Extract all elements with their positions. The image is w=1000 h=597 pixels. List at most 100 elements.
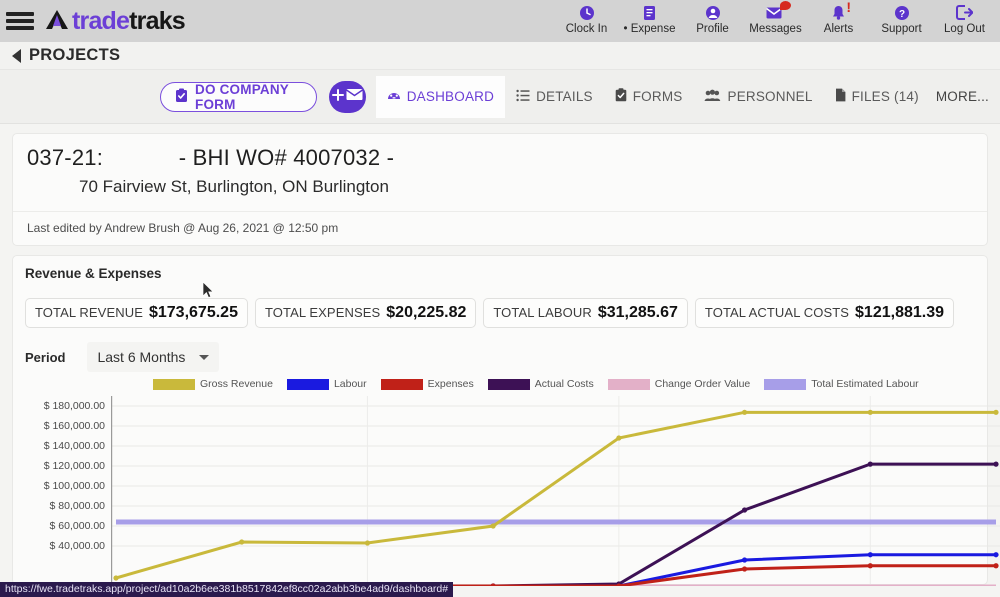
chevron-down-icon bbox=[199, 354, 210, 360]
y-axis-tick-label: $ 140,000.00 bbox=[43, 440, 105, 452]
nav-alerts[interactable]: ! Alerts bbox=[807, 0, 870, 36]
page-title: 037-21: - BHI WO# 4007032 - bbox=[27, 145, 395, 170]
legend-label: Expenses bbox=[427, 378, 474, 390]
legend-label: Change Order Value bbox=[654, 378, 751, 390]
logo-text-dark: traks bbox=[129, 6, 186, 35]
chart-data-point[interactable] bbox=[741, 409, 748, 415]
breadcrumb[interactable]: PROJECTS bbox=[0, 42, 1000, 70]
nav-profile[interactable]: Profile bbox=[681, 0, 744, 36]
period-row: Period Last 6 Months bbox=[25, 342, 975, 372]
y-axis-tick-label: $ 180,000.00 bbox=[43, 400, 105, 412]
app-logo[interactable]: tradetraks bbox=[44, 6, 186, 36]
tab-personnel[interactable]: PERSONNEL bbox=[693, 76, 823, 118]
chart-plot: $ 180,000.00 $ 160,000.00 $ 140,000.00 $ 12… bbox=[25, 396, 1000, 589]
totals-row: TOTAL REVENUE $173,675.25 TOTAL EXPENSES… bbox=[25, 298, 975, 328]
revenue-chart: Gross Revenue Labour Expenses Actual Costs C… bbox=[25, 378, 1000, 593]
chart-legend: Gross Revenue Labour Expenses Actual Costs C… bbox=[153, 378, 926, 390]
chart-data-point[interactable] bbox=[490, 523, 496, 529]
do-company-form-label: DO COMPANY FORM bbox=[195, 81, 289, 112]
tab-list: DASHBOARD DETAILS FORMS PERSONNEL FILES … bbox=[375, 75, 1000, 118]
nav-log-out-label: Log Out bbox=[944, 23, 985, 35]
chart-data-point[interactable] bbox=[741, 566, 748, 572]
project-address: 70 Fairview St, Burlington, ON Burlingto… bbox=[79, 177, 389, 196]
tab-files[interactable]: FILES (14) bbox=[824, 76, 930, 118]
legend-swatch bbox=[487, 378, 530, 390]
project-header-card: 037-21: - BHI WO# 4007032 - 70 Fairview … bbox=[12, 133, 988, 246]
total-labour-label: TOTAL LABOUR bbox=[493, 305, 592, 320]
legend-label: Gross Revenue bbox=[200, 378, 273, 390]
chart-data-point[interactable] bbox=[364, 540, 371, 546]
messages-badge bbox=[780, 1, 791, 10]
chart-data-point[interactable] bbox=[616, 435, 622, 441]
top-bar: tradetraks Clock In • Expense Profile Me… bbox=[0, 0, 1000, 42]
chart-data-point[interactable] bbox=[741, 557, 748, 563]
hamburger-menu-icon[interactable] bbox=[6, 10, 34, 32]
chart-data-point[interactable] bbox=[993, 563, 999, 569]
total-expenses-value: $20,225.82 bbox=[386, 304, 467, 321]
total-revenue-value: $173,675.25 bbox=[148, 304, 238, 321]
chart-data-point[interactable] bbox=[239, 539, 245, 545]
y-axis-tick-label: $ 160,000.00 bbox=[43, 420, 105, 432]
legend-item[interactable]: Labour bbox=[286, 378, 367, 390]
legend-item[interactable]: Total Estimated Labour bbox=[764, 378, 919, 390]
chart-data-point[interactable] bbox=[867, 461, 873, 467]
nav-messages[interactable]: Messages bbox=[744, 0, 807, 36]
y-axis-tick-label: $ 80,000.00 bbox=[49, 500, 105, 512]
period-select-value: Last 6 Months bbox=[97, 349, 186, 365]
total-expenses-label: TOTAL EXPENSES bbox=[264, 305, 381, 320]
chart-series-line bbox=[115, 410, 996, 580]
chart-data-point[interactable] bbox=[867, 409, 873, 415]
tab-more[interactable]: MORE... bbox=[930, 76, 1000, 118]
do-company-form-button[interactable]: DO COMPANY FORM bbox=[160, 81, 317, 112]
legend-item[interactable]: Change Order Value bbox=[607, 378, 751, 390]
people-icon bbox=[704, 89, 721, 105]
chart-grid-area bbox=[110, 396, 1000, 589]
question-circle-icon: ? bbox=[894, 3, 910, 22]
logo-text: tradetraks bbox=[72, 6, 186, 35]
nav-clock-in[interactable]: Clock In bbox=[555, 0, 618, 36]
chart-data-point[interactable] bbox=[741, 507, 748, 513]
chart-data-point[interactable] bbox=[490, 583, 496, 589]
chart-data-point[interactable] bbox=[993, 552, 999, 558]
chart-data-point[interactable] bbox=[993, 461, 999, 467]
tab-forms[interactable]: FORMS bbox=[604, 76, 694, 118]
tab-forms-label: FORMS bbox=[632, 89, 683, 104]
mouse-cursor-icon bbox=[202, 281, 214, 299]
period-select[interactable]: Last 6 Months bbox=[87, 342, 220, 372]
nav-log-out[interactable]: Log Out bbox=[933, 0, 996, 36]
chart-data-point[interactable] bbox=[867, 563, 873, 569]
tab-bar: DO COMPANY FORM DASHBOARD DETAILS FORMS bbox=[0, 70, 1000, 124]
legend-swatch bbox=[153, 378, 195, 390]
total-labour-chip: TOTAL LABOUR $31,285.67 bbox=[483, 298, 688, 328]
legend-item[interactable]: Gross Revenue bbox=[153, 378, 273, 390]
total-actual-costs-label: TOTAL ACTUAL COSTS bbox=[704, 305, 850, 320]
clock-icon bbox=[579, 3, 595, 22]
nav-support[interactable]: ? Support bbox=[870, 0, 933, 36]
nav-expense[interactable]: • Expense bbox=[618, 0, 681, 36]
breadcrumb-label: PROJECTS bbox=[29, 46, 121, 64]
chart-y-axis: $ 180,000.00 $ 160,000.00 $ 140,000.00 $ 12… bbox=[25, 396, 111, 586]
tab-dashboard[interactable]: DASHBOARD bbox=[375, 75, 506, 118]
chart-data-point[interactable] bbox=[113, 575, 119, 581]
legend-item[interactable]: Expenses bbox=[380, 378, 474, 390]
tab-details[interactable]: DETAILS bbox=[505, 76, 604, 118]
legend-label: Total Estimated Labour bbox=[811, 378, 919, 390]
total-labour-value: $31,285.67 bbox=[597, 304, 678, 321]
tab-more-label: MORE... bbox=[935, 89, 989, 104]
legend-item[interactable]: Actual Costs bbox=[487, 378, 594, 390]
alerts-badge: ! bbox=[846, 0, 851, 15]
receipt-icon bbox=[642, 3, 657, 22]
new-message-button[interactable] bbox=[328, 80, 366, 113]
triangle-a-icon bbox=[46, 9, 68, 29]
chart-data-point[interactable] bbox=[993, 409, 999, 415]
list-icon bbox=[516, 89, 530, 105]
total-expenses-chip: TOTAL EXPENSES $20,225.82 bbox=[254, 298, 477, 328]
speedometer-icon bbox=[387, 88, 401, 105]
tab-personnel-label: PERSONNEL bbox=[727, 89, 813, 104]
tab-files-label: FILES (14) bbox=[851, 89, 919, 104]
plus-icon bbox=[331, 88, 344, 106]
user-icon bbox=[705, 3, 721, 22]
back-arrow-icon[interactable] bbox=[12, 48, 21, 63]
total-actual-costs-chip: TOTAL ACTUAL COSTS $121,881.39 bbox=[694, 298, 955, 328]
chart-data-point[interactable] bbox=[867, 552, 873, 558]
